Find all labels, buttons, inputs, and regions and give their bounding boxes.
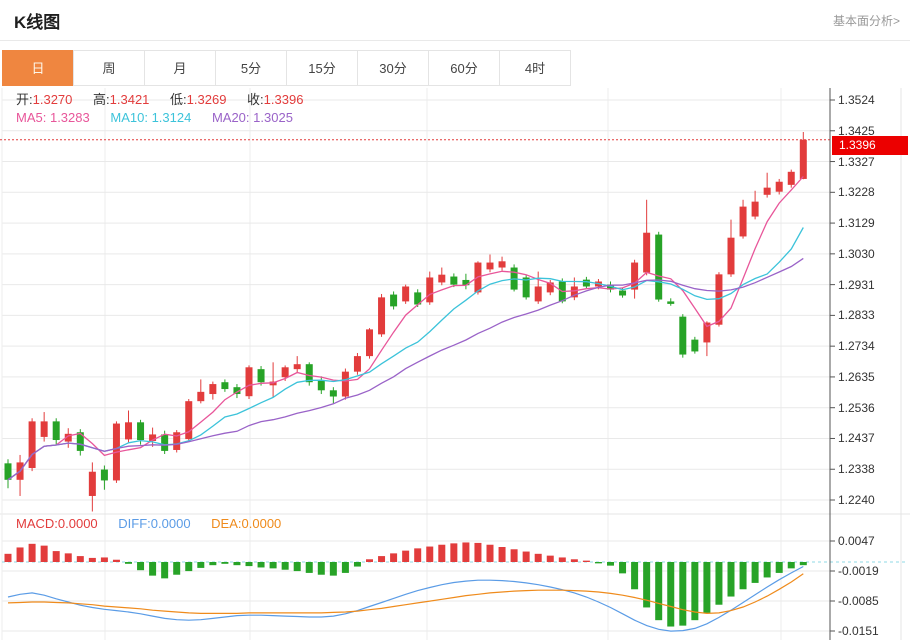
fundamental-analysis-link[interactable]: 基本面分析> xyxy=(833,12,900,29)
open-value: 1.3270 xyxy=(33,92,73,107)
interval-tabs: 日周月5分15分30分60分4时 xyxy=(3,50,571,86)
tab-15分[interactable]: 15分 xyxy=(286,50,358,86)
macd-value-readout: MACD:0.0000 xyxy=(16,516,98,531)
tab-60分[interactable]: 60分 xyxy=(428,50,500,86)
tab-周[interactable]: 周 xyxy=(73,50,145,86)
macd-axis-label: -0.0019 xyxy=(838,564,879,578)
close-value: 1.3396 xyxy=(264,92,304,107)
widget-header: K线图 基本面分析> xyxy=(0,0,910,41)
tab-4时[interactable]: 4时 xyxy=(499,50,571,86)
price-axis-label: 1.3327 xyxy=(838,155,875,169)
macd-axis-label: -0.0151 xyxy=(838,624,879,638)
diff-value-readout: DIFF:0.0000 xyxy=(118,516,190,531)
price-axis-label: 1.2833 xyxy=(838,308,875,322)
price-axis-label: 1.2931 xyxy=(838,278,875,292)
tab-月[interactable]: 月 xyxy=(144,50,216,86)
price-axis-label: 1.2734 xyxy=(838,339,875,353)
open-readout: 开:1.3270 xyxy=(16,92,72,107)
price-axis-label: 1.2338 xyxy=(838,462,875,476)
macd-value: 0.0000 xyxy=(58,516,98,531)
macd-readout: MACD:0.0000 DIFF:0.0000 DEA:0.0000 xyxy=(16,516,298,531)
price-axis-label: 1.2635 xyxy=(838,370,875,384)
low-readout: 低:1.3269 xyxy=(170,92,226,107)
macd-axis-label: 0.0047 xyxy=(838,534,875,548)
diff-value: 0.0000 xyxy=(151,516,191,531)
tab-30分[interactable]: 30分 xyxy=(357,50,429,86)
page-title: K线图 xyxy=(14,8,60,33)
tab-日[interactable]: 日 xyxy=(2,50,74,86)
current-price-badge: 1.3396 xyxy=(832,136,908,155)
tab-5分[interactable]: 5分 xyxy=(215,50,287,86)
high-value: 1.3421 xyxy=(110,92,150,107)
price-axis-label: 1.2536 xyxy=(838,401,875,415)
price-axis-label: 1.2437 xyxy=(838,431,875,445)
price-axis-label: 1.2240 xyxy=(838,493,875,507)
dea-value: 0.0000 xyxy=(242,516,282,531)
high-readout: 高:1.3421 xyxy=(93,92,149,107)
price-axis-label: 1.3228 xyxy=(838,185,875,199)
close-readout: 收:1.3396 xyxy=(247,92,303,107)
ma10-value: 1.3124 xyxy=(152,110,192,125)
kline-widget: K线图 基本面分析> 日周月5分15分30分60分4时 开:1.3270 高:1… xyxy=(0,0,910,644)
dea-value-readout: DEA:0.0000 xyxy=(211,516,281,531)
macd-axis-label: -0.0085 xyxy=(838,594,879,608)
ma5-value: 1.3283 xyxy=(50,110,90,125)
price-axis-label: 1.3129 xyxy=(838,216,875,230)
low-value: 1.3269 xyxy=(187,92,227,107)
price-axis-label: 1.3524 xyxy=(838,93,875,107)
price-axis-label: 1.3030 xyxy=(838,247,875,261)
ma5-readout: MA5: 1.3283 xyxy=(16,110,90,125)
ma20-readout: MA20: 1.3025 xyxy=(212,110,293,125)
ma10-readout: MA10: 1.3124 xyxy=(110,110,191,125)
ohlc-readout: 开:1.3270 高:1.3421 低:1.3269 收:1.3396 xyxy=(16,89,320,108)
ma-readout: MA5: 1.3283 MA10: 1.3124 MA20: 1.3025 xyxy=(16,110,310,125)
ma20-value: 1.3025 xyxy=(253,110,293,125)
